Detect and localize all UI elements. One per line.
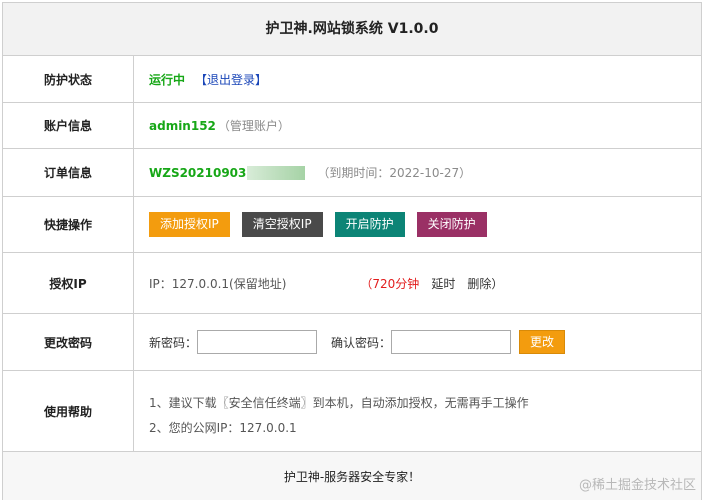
row-password: 更改密码 新密码： 确认密码： 更改	[3, 314, 701, 371]
add-auth-ip-button[interactable]: 添加授权IP	[149, 212, 230, 237]
help-content: 1、建议下载〖安全信任终端〗到本机，自动添加授权，无需再手工操作 2、您的公网I…	[149, 391, 529, 441]
row-auth-ip: 授权IP IP：127.0.0.1(保留地址) （720分钟 延时 删除）	[3, 253, 701, 314]
status-value-cell: 运行中 【退出登录】	[149, 56, 267, 102]
help-label: 使用帮助	[3, 371, 134, 451]
auth-ip-cell: IP：127.0.0.1(保留地址) （720分钟 延时 删除）	[149, 253, 503, 313]
enable-protection-button[interactable]: 开启防护	[334, 212, 405, 237]
row-help: 使用帮助 1、建议下载〖安全信任终端〗到本机，自动添加授权，无需再手工操作 2、…	[3, 371, 701, 452]
auth-ip-minutes: （720分钟	[360, 276, 420, 291]
confirm-password-label: 确认密码：	[331, 335, 392, 350]
disable-protection-button[interactable]: 关闭防护	[416, 212, 487, 237]
order-label: 订单信息	[3, 149, 134, 196]
order-expiry: （到期时间：2022-10-27）	[317, 166, 472, 180]
change-password-button[interactable]: 更改	[519, 330, 566, 354]
help-line-2: 2、您的公网IP：127.0.0.1	[149, 421, 297, 435]
account-value-cell: admin152 （管理账户）	[149, 103, 290, 148]
row-quick-actions: 快捷操作 添加授权IP 清空授权IP 开启防护 关闭防护	[3, 197, 701, 253]
watermark: @稀土掘金技术社区	[578, 478, 696, 493]
help-line-1: 1、建议下载〖安全信任终端〗到本机，自动添加授权，无需再手工操作	[149, 396, 529, 410]
password-cell: 新密码： 确认密码： 更改	[149, 314, 566, 370]
account-label: 账户信息	[3, 103, 134, 148]
delete-link[interactable]: 删除）	[467, 275, 503, 292]
row-status: 防护状态 运行中 【退出登录】	[3, 56, 701, 103]
quick-actions-label: 快捷操作	[3, 197, 134, 252]
lock-system-panel: 护卫神.网站锁系统 V1.0.0 防护状态 运行中 【退出登录】 账户信息 ad…	[2, 2, 702, 500]
password-label: 更改密码	[3, 314, 134, 370]
new-password-label: 新密码：	[149, 335, 198, 350]
order-number: WZS20210903	[149, 165, 247, 180]
row-account: 账户信息 admin152 （管理账户）	[3, 103, 701, 149]
order-value-cell: WZS20210903 （到期时间：2022-10-27）	[149, 149, 471, 196]
clear-auth-ip-button[interactable]: 清空授权IP	[241, 212, 323, 237]
status-label: 防护状态	[3, 56, 134, 102]
confirm-password-input[interactable]	[391, 330, 512, 354]
account-role: （管理账户）	[217, 119, 290, 133]
status-running: 运行中	[149, 72, 186, 87]
auth-ip-value: IP：127.0.0.1(保留地址)	[149, 276, 287, 291]
new-password-input[interactable]	[197, 330, 318, 354]
quick-actions-cell: 添加授权IP 清空授权IP 开启防护 关闭防护	[149, 197, 499, 252]
account-username: admin152	[149, 118, 216, 133]
extend-link[interactable]: 延时	[431, 275, 455, 292]
auth-ip-label: 授权IP	[3, 253, 134, 313]
order-number-blur	[247, 165, 306, 180]
page-title: 护卫神.网站锁系统 V1.0.0	[3, 3, 701, 56]
logout-link[interactable]: 【退出登录】	[195, 71, 267, 88]
row-order: 订单信息 WZS20210903 （到期时间：2022-10-27）	[3, 149, 701, 197]
